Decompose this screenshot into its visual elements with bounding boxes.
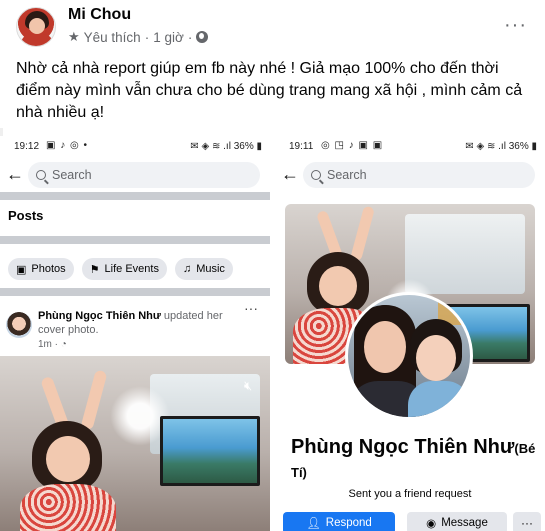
search-icon (36, 170, 46, 180)
status-bar: 19:11 ◎ ◳ ♪ ▣ ▣ ✉ ◈ ≋ .ıl 36% ▮ (275, 136, 545, 158)
back-arrow-icon[interactable]: ← (6, 164, 24, 185)
search-bar: ← Search (0, 160, 270, 190)
feed-post-header: Phùng Ngọc Thiên Như updated her cover p… (0, 298, 270, 356)
search-input[interactable]: Search (28, 162, 260, 188)
cover-photo[interactable]: 🔇︎ (0, 356, 270, 531)
meta-separator-2: · (187, 29, 193, 45)
profile-name: Phùng Ngọc Thiên Như(Bé Tí) (291, 436, 541, 484)
chip-label: Life Events (104, 263, 159, 275)
feed-time: 1m · ◔ (38, 339, 67, 350)
chip-music[interactable]: ♫ Music (174, 258, 233, 280)
screenshot-right[interactable]: 19:11 ◎ ◳ ♪ ▣ ▣ ✉ ◈ ≋ .ıl 36% ▮ ← Search (275, 136, 545, 531)
feed-more-button[interactable]: ··· (244, 300, 258, 316)
section-divider (0, 288, 270, 296)
profile-full-name: Phùng Ngọc Thiên Như (291, 436, 515, 458)
author-avatar[interactable] (16, 7, 56, 47)
meta-separator: · (144, 29, 150, 45)
back-arrow-icon[interactable]: ← (281, 164, 299, 185)
mute-icon[interactable]: 🔇︎ (244, 378, 252, 394)
feed-headline: Phùng Ngọc Thiên Như updated her cover p… (38, 309, 234, 337)
globe-icon (196, 31, 209, 43)
flag-icon: ⚑ (89, 263, 100, 276)
section-divider (0, 236, 270, 244)
post-caption: Nhờ cả nhà report giúp em fb này nhé ! G… (16, 60, 523, 121)
respond-label: Respond (325, 517, 372, 529)
search-bar: ← Search (275, 160, 545, 190)
screenshot-left[interactable]: 19:12 ▣ ♪ ◎ • ✉ ◈ ≋ .ıl 36% ▮ ← Search P… (0, 136, 270, 531)
music-icon: ♫ (182, 263, 192, 275)
status-icons-right: ✉ ◈ ≋ .ıl 36% ▮ (465, 141, 537, 152)
section-divider (0, 192, 270, 200)
person-icon: 👤︎ (306, 518, 321, 530)
status-bar: 19:12 ▣ ♪ ◎ • ✉ ◈ ≋ .ıl 36% ▮ (0, 136, 270, 158)
feed-avatar[interactable] (6, 312, 32, 338)
search-icon (311, 170, 321, 180)
feed-author[interactable]: Phùng Ngọc Thiên Như (38, 310, 161, 322)
status-time: 19:11 (289, 141, 314, 152)
more-options-button[interactable]: ··· (513, 512, 541, 531)
message-label: Message (441, 517, 488, 529)
post-meta: ★ Yêu thích · 1 giờ · (68, 29, 209, 45)
status-icons-left: ◎ ◳ ♪ ▣ ▣ (321, 140, 384, 151)
audience-label: Yêu thích (83, 29, 141, 45)
post-time[interactable]: 1 giờ (153, 30, 184, 45)
author-name[interactable]: Mi Chou (68, 6, 131, 24)
status-icons-right: ✉ ◈ ≋ .ıl 36% ▮ (190, 141, 262, 152)
friend-request-text: Sent you a friend request (348, 488, 472, 500)
status-icons-left: ▣ ♪ ◎ • (46, 140, 89, 151)
message-button[interactable]: ◉ Message (407, 512, 507, 531)
post-header: Mi Chou ★ Yêu thích · 1 giờ · ··· (0, 0, 545, 50)
chip-photos[interactable]: ▣ Photos (8, 258, 74, 280)
search-input[interactable]: Search (303, 162, 535, 188)
profile-chips: ▣ Photos ⚑ Life Events ♫ Music (8, 258, 233, 280)
profile-picture[interactable] (345, 292, 473, 420)
posts-heading: Posts (8, 208, 44, 223)
photos-icon: ▣ (16, 263, 27, 276)
respond-button[interactable]: 👤︎ Respond (283, 512, 395, 531)
search-placeholder: Search (52, 168, 92, 182)
chip-life-events[interactable]: ⚑ Life Events (81, 258, 167, 280)
messenger-icon: ◉ (426, 518, 437, 530)
status-time: 19:12 (14, 141, 40, 152)
search-placeholder: Search (327, 168, 367, 182)
post-more-button[interactable]: ··· (504, 14, 527, 37)
star-icon: ★ (68, 29, 80, 44)
chip-label: Photos (31, 263, 66, 275)
chip-label: Music (196, 263, 225, 275)
